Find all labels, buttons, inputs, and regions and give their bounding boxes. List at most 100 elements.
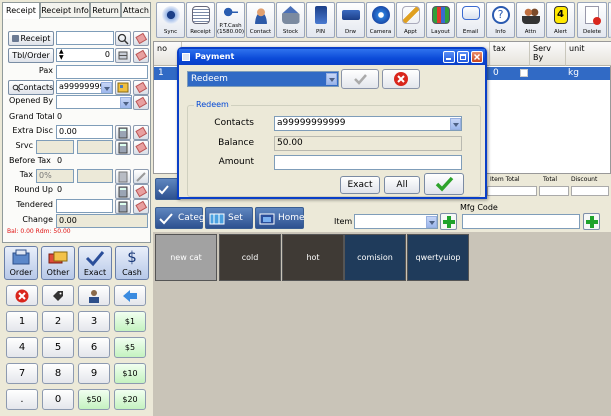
table-order-grid-button[interactable] — [115, 48, 131, 63]
staff-key[interactable] — [78, 285, 110, 306]
cash-5-key[interactable]: $5 — [114, 337, 146, 358]
info-button[interactable]: ? Info — [486, 2, 515, 38]
contacts-clear-button[interactable] — [133, 80, 149, 95]
extra-disc-calc-button[interactable] — [115, 125, 131, 140]
chevron-down-icon[interactable] — [326, 73, 337, 85]
add-mfg-code-button[interactable] — [583, 213, 600, 230]
key-8[interactable]: 8 — [42, 363, 74, 384]
tax-calc-button[interactable] — [115, 169, 131, 184]
tab-attach[interactable]: Attach — [121, 2, 151, 18]
chevron-down-icon[interactable] — [426, 216, 437, 228]
alert-button[interactable]: 4 Alert — [546, 2, 575, 38]
key-7[interactable]: 7 — [6, 363, 38, 384]
contact-toolbar-button[interactable]: Contact — [246, 2, 275, 38]
confirm-payment-button[interactable] — [424, 173, 464, 195]
table-order-button[interactable]: Tbl/Order — [8, 48, 54, 63]
delete-toolbar-button[interactable]: Delete — [577, 2, 607, 38]
mfg-code-input[interactable] — [462, 214, 580, 229]
tendered-clear-button[interactable] — [133, 199, 149, 214]
exact-button[interactable]: Exact — [78, 246, 112, 280]
item-select[interactable] — [354, 214, 438, 229]
round-up-clear-button[interactable] — [133, 184, 149, 199]
extra-disc-field[interactable]: 0.00 — [56, 125, 113, 139]
backspace-key[interactable] — [114, 285, 146, 306]
cash-20-key[interactable]: $20 — [114, 389, 146, 410]
contacts-button[interactable]: Contacts — [8, 80, 54, 95]
round-up-calc-button[interactable] — [115, 184, 131, 199]
attention-button[interactable]: Attn — [516, 2, 545, 38]
table-order-field[interactable]: ▲ ▼ 0 — [56, 48, 114, 62]
order-button[interactable]: Order — [4, 246, 38, 280]
tab-return[interactable]: Return — [90, 2, 121, 18]
layout-button[interactable]: Layout — [426, 2, 455, 38]
all-amount-button[interactable]: All — [384, 176, 420, 194]
home-button[interactable]: Home — [255, 207, 305, 229]
contact-card-button[interactable] — [115, 80, 131, 95]
minimize-button[interactable] — [443, 51, 455, 63]
maximize-button[interactable] — [457, 51, 469, 63]
cash-10-key[interactable]: $10 — [114, 363, 146, 384]
contacts-field[interactable]: a99999999 — [56, 80, 113, 94]
add-item-button[interactable] — [440, 213, 457, 230]
key-6[interactable]: 6 — [78, 337, 110, 358]
receipt-search-button[interactable] — [115, 31, 131, 46]
tendered-calc-button[interactable] — [115, 199, 131, 214]
confirm-method-button[interactable] — [341, 69, 379, 89]
row-serv-by-checkbox[interactable] — [520, 69, 528, 77]
amount-input[interactable] — [274, 155, 462, 170]
cancel-method-button[interactable] — [382, 69, 420, 89]
dialog-titlebar[interactable]: Payment — [179, 49, 485, 65]
set-button[interactable]: Set — [205, 207, 253, 229]
category-tile-3[interactable]: comision — [344, 234, 406, 281]
key-2[interactable]: 2 — [42, 311, 74, 332]
cash-50-key[interactable]: $50 — [78, 389, 110, 410]
extra-disc-clear-button[interactable] — [133, 125, 149, 140]
table-order-clear-button[interactable] — [133, 48, 149, 63]
grid-header-unit[interactable]: unit — [566, 42, 611, 66]
key-dot[interactable]: . — [6, 389, 38, 410]
tab-receipt-info[interactable]: Receipt Info — [40, 2, 90, 18]
category-tile-4[interactable]: qwertyuiop — [407, 234, 469, 281]
sync-button[interactable]: Sync — [156, 2, 185, 38]
chevron-down-icon[interactable] — [120, 97, 131, 108]
cash-1-key[interactable]: $1 — [114, 311, 146, 332]
drawer-button[interactable]: Drw — [336, 2, 365, 38]
key-0[interactable]: 0 — [42, 389, 74, 410]
receipt-button[interactable]: Receipt — [8, 31, 54, 46]
category-tile-1[interactable]: cold — [219, 234, 281, 281]
petty-cash-button[interactable]: P.T.Cash (1580.00) — [216, 2, 245, 38]
stock-button[interactable]: Stock — [276, 2, 305, 38]
tab-receipt[interactable]: Receipt — [2, 2, 40, 19]
key-9[interactable]: 9 — [78, 363, 110, 384]
category-tile-2[interactable]: hot — [282, 234, 344, 281]
cash-button[interactable]: $ Cash — [115, 246, 149, 280]
opened-by-select[interactable] — [56, 95, 132, 109]
camera-button[interactable]: Camera — [366, 2, 395, 38]
grid-header-tax[interactable]: tax — [490, 42, 530, 66]
category-button[interactable]: Category — [155, 207, 219, 229]
receipt-toolbar-button[interactable]: Receipt — [186, 2, 215, 38]
key-1[interactable]: 1 — [6, 311, 38, 332]
srvc-clear-button[interactable] — [133, 140, 149, 155]
key-3[interactable]: 3 — [78, 311, 110, 332]
category-tile-0[interactable]: new cat — [155, 234, 217, 281]
exact-amount-button[interactable]: Exact — [340, 176, 380, 194]
payment-method-select[interactable]: Redeem — [187, 71, 339, 87]
discount-tag-key[interactable] — [42, 285, 74, 306]
email-button[interactable]: Email — [456, 2, 485, 38]
tax-edit-button[interactable] — [133, 169, 149, 184]
key-5[interactable]: 5 — [42, 337, 74, 358]
close-button[interactable] — [471, 51, 483, 63]
other-button[interactable]: Other — [41, 246, 75, 280]
pin-button[interactable]: PIN — [306, 2, 335, 38]
chevron-down-icon[interactable] — [101, 82, 112, 93]
chevron-down-icon[interactable] — [450, 118, 461, 130]
appointment-button[interactable]: Appt — [396, 2, 425, 38]
grid-header-serv-by[interactable]: Serv By — [530, 42, 566, 66]
pax-field[interactable] — [56, 65, 148, 79]
receipt-clear-button[interactable] — [133, 31, 149, 46]
srvc-calc-button[interactable] — [115, 140, 131, 155]
receipt-number-field[interactable] — [56, 31, 114, 45]
dialog-contacts-select[interactable]: a99999999999 — [274, 116, 462, 131]
cancel-key[interactable] — [6, 285, 38, 306]
